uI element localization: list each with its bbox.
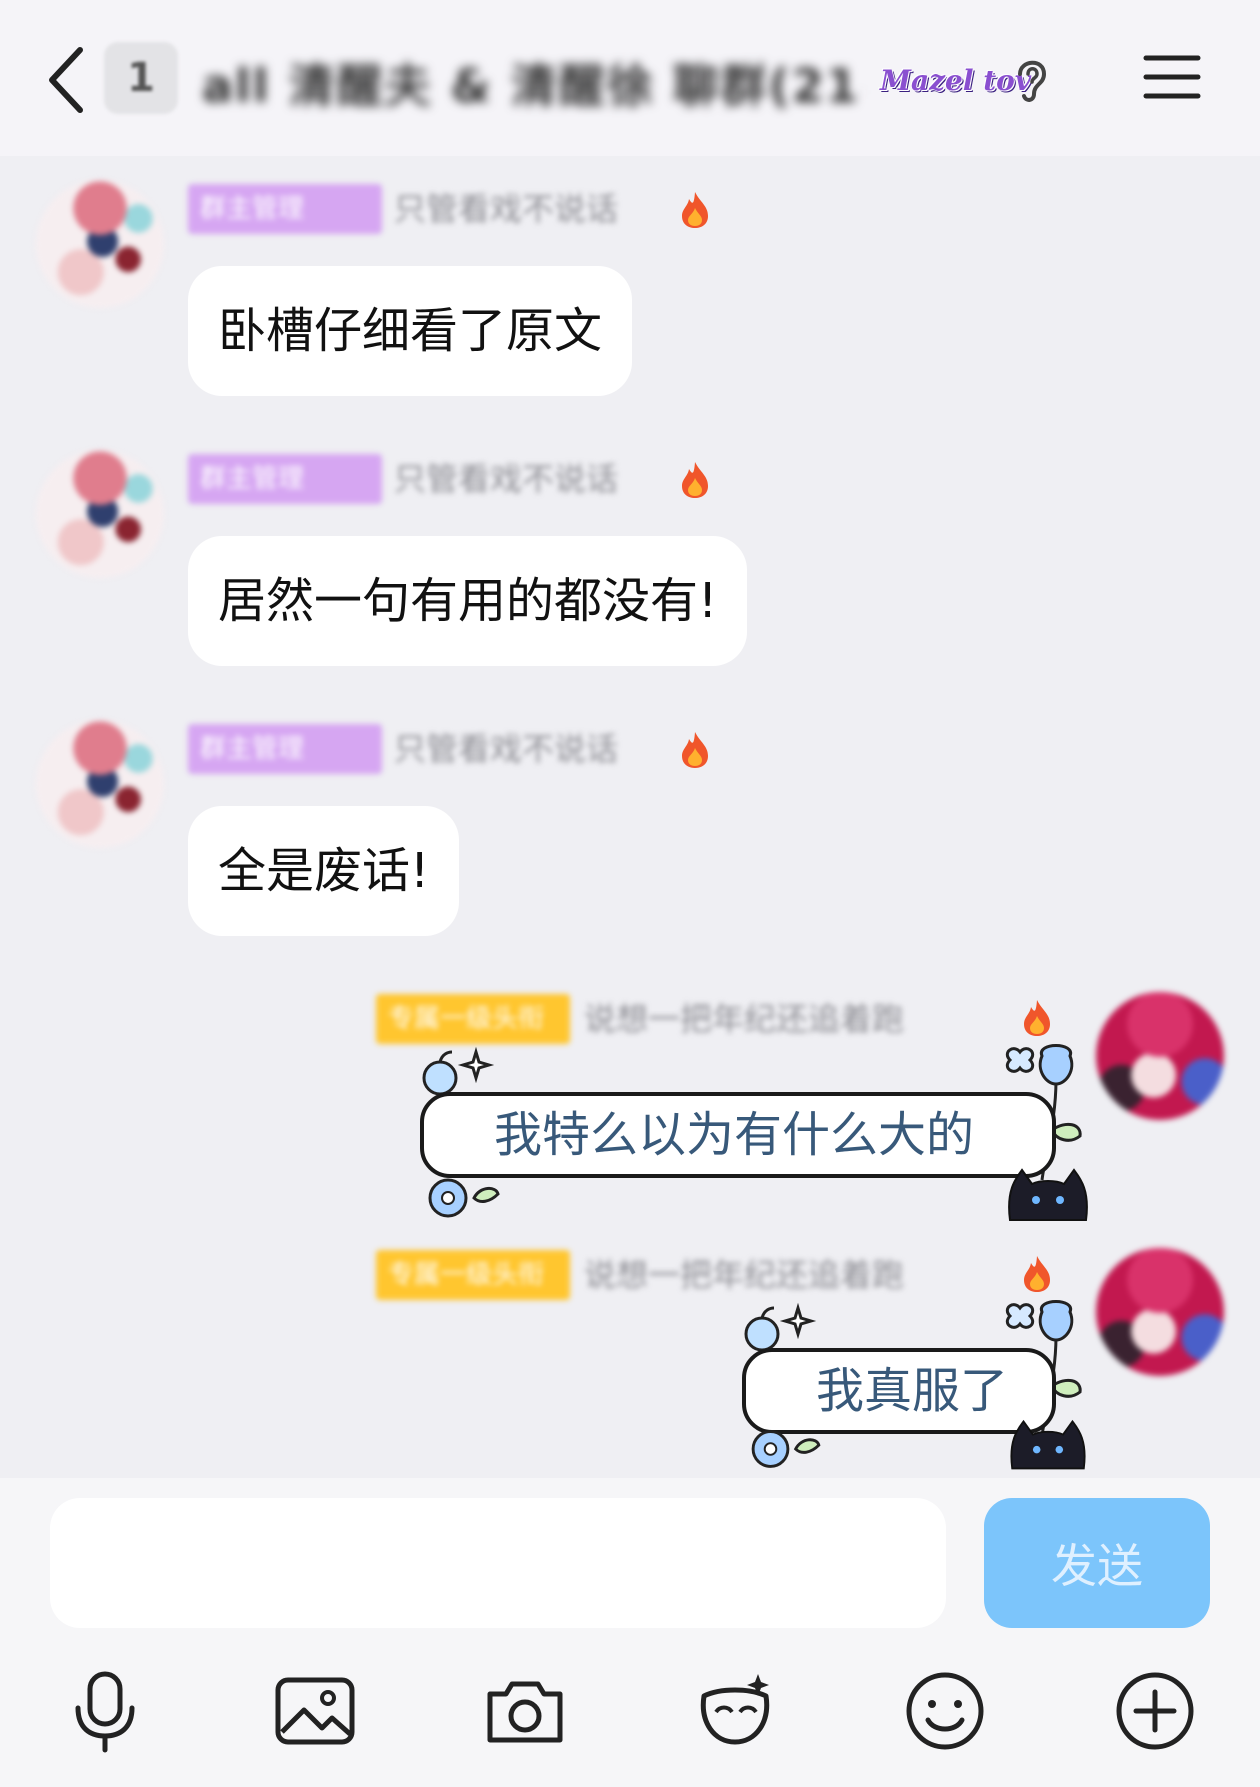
plus-icon[interactable] <box>1110 1666 1200 1756</box>
fire-icon <box>1024 1256 1050 1292</box>
sender-nickname[interactable]: 说想一把年纪还追着跑 <box>584 996 1004 1042</box>
fire-icon <box>682 462 708 498</box>
sender-nickname[interactable]: 说想一把年纪还追着跑 <box>584 1252 1004 1298</box>
message-bubble[interactable]: 我特么以为有什么大的 <box>420 1092 1056 1178</box>
avatar[interactable] <box>1096 992 1224 1120</box>
microphone-icon[interactable] <box>60 1666 150 1756</box>
message-bubble[interactable]: 全是废话! <box>188 806 460 936</box>
member-badge: 专属一级头衔 <box>376 994 570 1044</box>
group-title[interactable]: all 清醒夫 & 清醒徐 聊群(214) <box>202 50 862 110</box>
fire-icon <box>1024 1000 1050 1036</box>
camera-icon[interactable] <box>480 1666 570 1756</box>
blue-flower-icon <box>428 1178 500 1218</box>
emoji-icon[interactable] <box>900 1666 990 1756</box>
member-badge: 群主管理 <box>188 184 382 234</box>
sender-nickname[interactable]: 只管看戏不说话 <box>394 726 664 772</box>
mask-icon[interactable] <box>690 1666 780 1756</box>
avatar[interactable] <box>1096 1248 1224 1376</box>
ear-icon[interactable] <box>1010 54 1054 104</box>
fire-icon <box>682 732 708 768</box>
member-badge: 群主管理 <box>188 724 382 774</box>
avatar[interactable] <box>36 180 164 308</box>
message-input[interactable] <box>50 1498 946 1628</box>
sender-nickname[interactable]: 只管看戏不说话 <box>394 186 664 232</box>
member-badge: 专属一级头衔 <box>376 1250 570 1300</box>
unread-count-badge[interactable]: 1 <box>104 42 178 114</box>
chevron-left-icon[interactable] <box>40 40 96 120</box>
member-badge: 群主管理 <box>188 454 382 504</box>
avatar[interactable] <box>36 450 164 578</box>
sender-nickname[interactable]: 只管看戏不说话 <box>394 456 664 502</box>
send-button[interactable]: 发送 <box>984 1498 1210 1628</box>
avatar[interactable] <box>36 720 164 848</box>
black-cat-icon <box>1008 1168 1088 1221</box>
message-bubble[interactable]: 居然一句有用的都没有! <box>188 536 748 666</box>
hamburger-menu-icon[interactable] <box>1142 52 1202 102</box>
black-cat-icon <box>1010 1419 1086 1470</box>
image-icon[interactable] <box>270 1666 360 1756</box>
chat-header: 1 all 清醒夫 & 清醒徐 聊群(214) Mazel tov <box>0 0 1260 156</box>
composer: 发送 <box>0 1478 1260 1787</box>
blue-flower-icon <box>751 1430 821 1468</box>
message-bubble[interactable]: 卧槽仔细看了原文 <box>188 266 633 396</box>
fire-icon <box>682 192 708 228</box>
